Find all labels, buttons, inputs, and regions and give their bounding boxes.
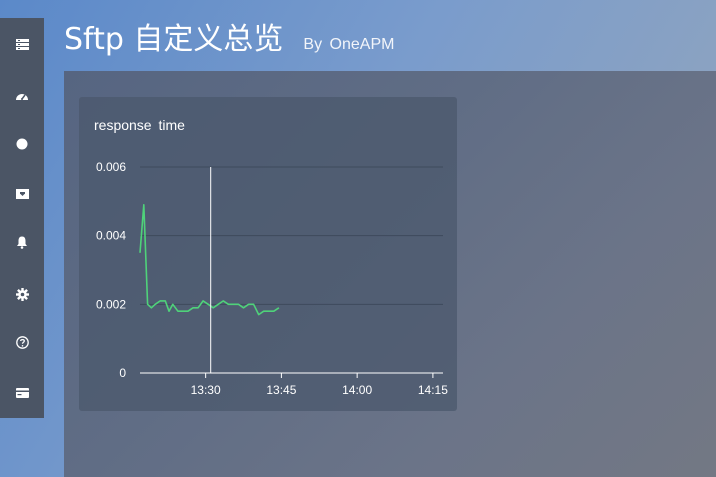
bell-icon: [17, 236, 27, 249]
y-tick-label: 0: [119, 366, 126, 380]
sidebar-item-help[interactable]: [0, 322, 44, 362]
sidebar-item-alerts[interactable]: [0, 222, 44, 262]
page-subtitle: By OneAPM: [303, 36, 395, 53]
x-tick-label: 14:00: [342, 383, 372, 397]
inbox-icon: [15, 188, 29, 199]
page-title-text: Sftp 自定义总览: [64, 22, 284, 57]
circle-icon: [16, 138, 28, 150]
chart-card: response time 0 0.002 0.004 0.006 13:30 13:45…: [79, 97, 457, 411]
y-tick-label: 0.002: [96, 297, 126, 311]
sidebar-item-dashboard[interactable]: [0, 76, 44, 116]
x-tick-label: 13:45: [266, 383, 296, 397]
sidebar-item-circle[interactable]: [0, 124, 44, 164]
dashboard-icon: [16, 94, 28, 100]
list-icon: [15, 38, 29, 50]
x-tick-label: 14:15: [418, 383, 448, 397]
gear-icon: [15, 287, 29, 301]
response-time-chart[interactable]: 0 0.002 0.004 0.006 13:30 13:45 14:00 14:15: [79, 97, 457, 411]
card-icon: [15, 388, 29, 398]
y-tick-label: 0.006: [96, 160, 126, 174]
sidebar-item-list[interactable]: [0, 24, 44, 64]
sidebar-item-card[interactable]: [0, 373, 44, 413]
sidebar-item-inbox[interactable]: [0, 173, 44, 213]
help-icon: [15, 335, 29, 349]
x-tick-label: 13:30: [191, 383, 221, 397]
sidebar: [0, 18, 44, 418]
series-line: [139, 204, 280, 316]
sidebar-item-settings[interactable]: [0, 274, 44, 314]
page-title: Sftp 自定义总览 By OneAPM: [64, 14, 395, 57]
y-tick-label: 0.004: [96, 229, 126, 243]
